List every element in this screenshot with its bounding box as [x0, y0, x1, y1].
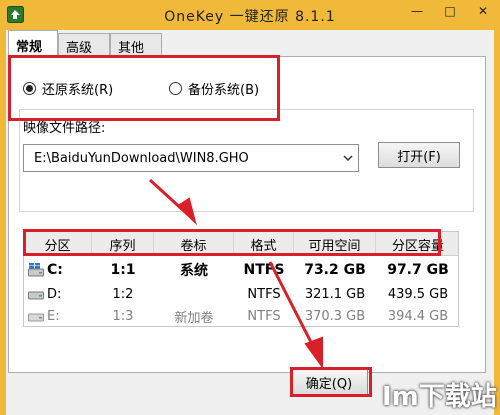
tab-other[interactable]: 其他: [110, 33, 162, 56]
partition-format-cell: NTFS: [247, 308, 281, 324]
open-file-button[interactable]: 打开(F): [378, 142, 460, 168]
partition-format-cell: NTFS: [247, 286, 281, 302]
partition-label-cell: 系统: [180, 263, 208, 279]
radio-checked-icon: [23, 82, 36, 95]
backup-system-radio[interactable]: 备份系统(B): [169, 79, 259, 98]
column-header-volume-label[interactable]: 卷标: [154, 232, 234, 256]
watermark-text: Im下载站: [382, 382, 497, 412]
partition-format-cell: NTFS: [243, 262, 285, 278]
restore-system-radio[interactable]: 还原系统(R): [23, 79, 113, 98]
partition-table: 分区 序列 卷标 格式 可用空间 分区容量 C: 1:1 系统 NTFS 73.…: [23, 231, 459, 327]
backup-system-label: 备份系统(B): [188, 83, 260, 98]
column-header-partition[interactable]: 分区: [24, 232, 92, 256]
partition-drive-cell: C:: [24, 258, 92, 282]
dialog-body: 常规 高级 其他 还原系统(R) 备份系统(B) 映像文件路径: E:\Baid…: [6, 30, 494, 415]
partition-free-cell: 321.1 GB: [304, 286, 366, 302]
partition-capacity-cell: 97.7 GB: [387, 262, 449, 278]
close-button[interactable]: ✕: [466, 0, 500, 22]
windows-drive-icon: [28, 263, 44, 277]
title-bar: OneKey 一键还原 8.1.1 — □ ✕: [0, 0, 500, 30]
partition-capacity-cell: 439.5 GB: [387, 286, 449, 302]
minimize-icon: —: [411, 4, 423, 18]
column-header-capacity[interactable]: 分区容量: [376, 232, 460, 256]
partition-label-cell: [154, 282, 234, 306]
site-watermark: Im下载站: [382, 374, 500, 415]
radio-unchecked-icon: [169, 82, 182, 95]
image-path-value: E:\BaiduYunDownload\WIN8.GHO: [34, 150, 249, 166]
partition-table-header: 分区 序列 卷标 格式 可用空间 分区容量: [24, 232, 458, 256]
onekey-window: OneKey 一键还原 8.1.1 — □ ✕ 常规 高级 其他 还原系统(R)…: [0, 0, 500, 415]
partition-drive-cell: D:: [24, 282, 92, 306]
partition-free-cell: 370.3 GB: [304, 308, 366, 324]
general-panel: 还原系统(R) 备份系统(B) 映像文件路径: E:\BaiduYunDownl…: [8, 56, 486, 373]
partition-row-e[interactable]: E: 1:3 新加卷 NTFS 370.3 GB 394.4 GB: [24, 304, 458, 328]
tab-general[interactable]: 常规: [8, 30, 58, 57]
ok-button[interactable]: 确定(Q): [290, 369, 368, 395]
partition-seq-cell: 1:2: [112, 286, 134, 302]
maximize-button[interactable]: □: [433, 0, 467, 22]
maximize-icon: □: [444, 4, 456, 18]
hard-drive-icon: [28, 313, 44, 322]
minimize-button[interactable]: —: [400, 0, 434, 22]
tab-general-label: 常规: [16, 40, 43, 55]
column-header-sequence[interactable]: 序列: [92, 232, 154, 256]
tab-bar: 常规 高级 其他: [6, 30, 494, 57]
partition-row-d[interactable]: D: 1:2 NTFS 321.1 GB 439.5 GB: [24, 282, 458, 306]
partition-free-cell: 73.2 GB: [304, 262, 366, 278]
tab-advanced-label: 高级: [66, 41, 93, 56]
image-path-combobox[interactable]: E:\BaiduYunDownload\WIN8.GHO: [23, 144, 359, 172]
partition-capacity-cell: 394.4 GB: [387, 308, 449, 324]
partition-drive-letter: C:: [47, 262, 63, 278]
restore-system-label: 还原系统(R): [42, 83, 114, 98]
partition-seq-cell: 1:3: [112, 308, 134, 324]
partition-drive-letter: E:: [47, 308, 60, 324]
partition-row-c[interactable]: C: 1:1 系统 NTFS 73.2 GB 97.7 GB: [24, 258, 458, 282]
column-header-free-space[interactable]: 可用空间: [294, 232, 376, 256]
chevron-down-icon[interactable]: [340, 149, 356, 167]
tab-other-label: 其他: [118, 41, 145, 56]
image-path-label: 映像文件路径:: [23, 121, 106, 136]
partition-drive-letter: D:: [47, 286, 62, 302]
partition-seq-cell: 1:1: [110, 262, 136, 278]
tab-advanced[interactable]: 高级: [58, 33, 110, 56]
partition-label-cell: 新加卷: [174, 310, 214, 326]
close-icon: ✕: [477, 4, 489, 18]
column-header-format[interactable]: 格式: [234, 232, 294, 256]
partition-drive-cell: E:: [24, 304, 92, 328]
hard-drive-icon: [28, 291, 44, 300]
